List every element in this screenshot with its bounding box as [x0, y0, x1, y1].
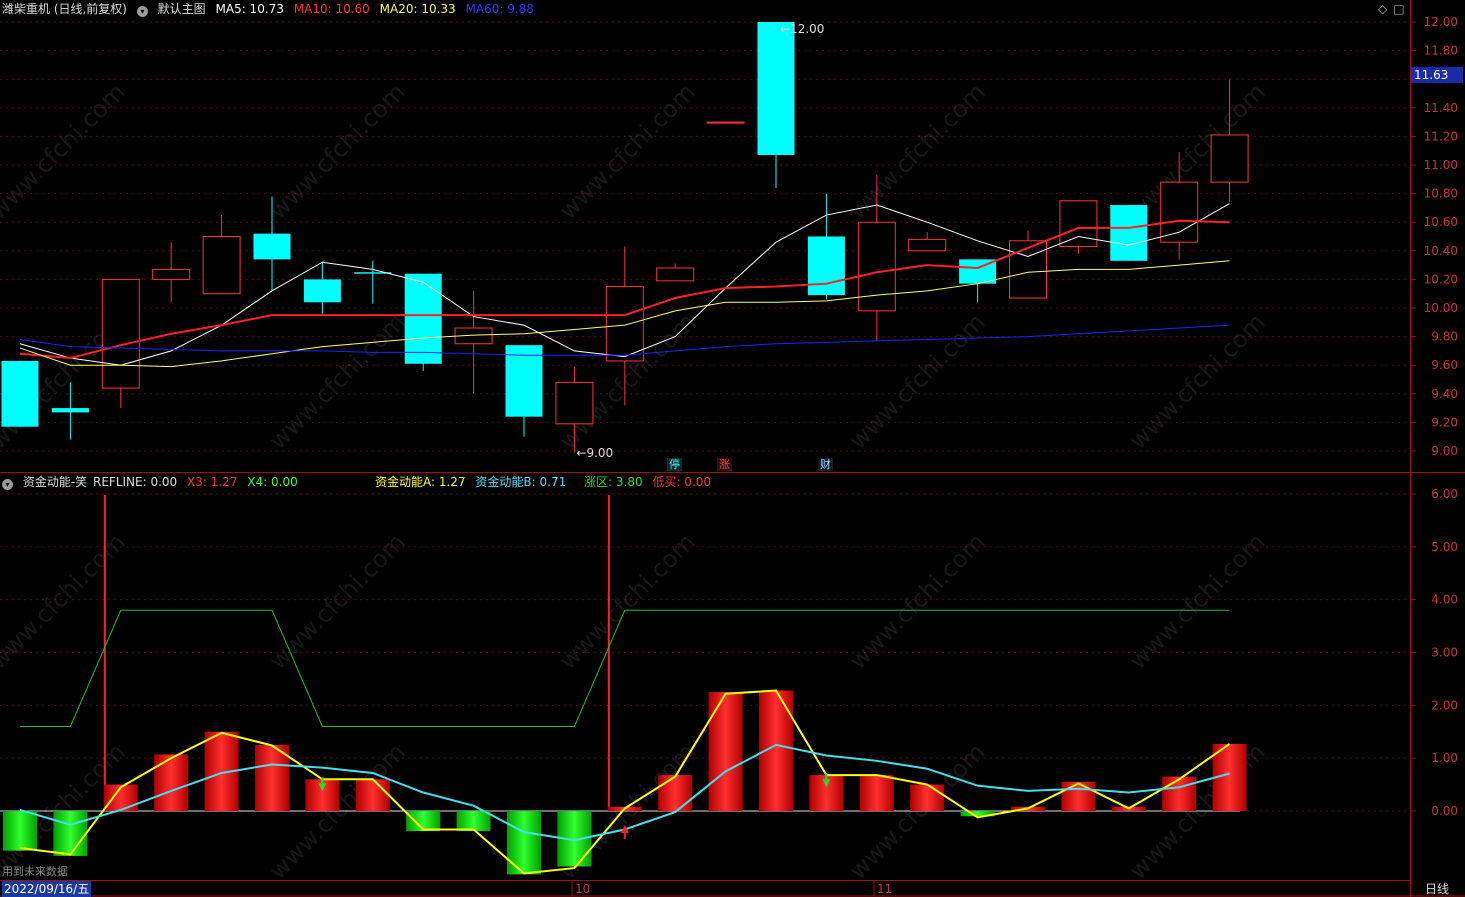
- window-controls: ◇ □: [1378, 1, 1411, 17]
- refline-readout: REFLINE: 0.00: [93, 475, 178, 489]
- candle-body: [706, 121, 745, 124]
- candle-body: [1160, 181, 1199, 243]
- price-tick-label: 10.00: [1424, 301, 1458, 315]
- sub-chart-header: ▾ 资金动能-笑 REFLINE: 0.00 X3: 1.27 X4: 0.00: [2, 474, 304, 490]
- price-tick-label: 11.40: [1424, 101, 1458, 115]
- month-label: 11: [877, 882, 892, 896]
- candle-body: [1210, 134, 1249, 183]
- momentum-bar: [406, 811, 441, 832]
- candle-body: [101, 278, 140, 389]
- chevron-down-icon[interactable]: ▾: [2, 479, 13, 490]
- price-tick-label: 10.80: [1424, 187, 1458, 201]
- candle-body: [303, 279, 341, 303]
- candle-body: [51, 408, 89, 413]
- momentum-bar: [456, 811, 491, 832]
- candle-body: [1110, 205, 1148, 261]
- price-tick-label: 10.20: [1424, 272, 1458, 286]
- indicator-tick-label: 6.00: [1431, 487, 1458, 501]
- price-tick-label: 9.40: [1431, 387, 1458, 401]
- candle-body: [253, 233, 291, 260]
- x4-readout: X4: 0.00: [247, 475, 298, 489]
- main-chart-header: 潍柴重机 (日线,前复权) ▾ 默认主图 MA5: 10.73 MA10: 10…: [2, 1, 540, 17]
- current-price-label: 11.63: [1414, 68, 1448, 82]
- price-tick-label: 12.00: [1424, 15, 1458, 29]
- candle-body: [505, 345, 543, 417]
- period-label[interactable]: 日线: [1411, 881, 1463, 897]
- sub-chart-values: 资金动能A: 1.27 资金动能B: 0.71 涨区: 3.80 低买: 0.0…: [375, 474, 717, 490]
- date-cursor: 2022/09/16/五: [2, 881, 92, 897]
- event-tag-limit-up[interactable]: 涨: [717, 458, 732, 471]
- event-tag-halt[interactable]: 停: [667, 458, 682, 471]
- momentum-bar: [910, 784, 945, 811]
- month-label: 10: [575, 882, 590, 896]
- price-tick-label: 11.00: [1424, 158, 1458, 172]
- high-price-marker: ←12.00: [780, 22, 824, 36]
- ma5-readout: MA5: 10.73: [215, 2, 284, 16]
- momentum-bar: [154, 754, 189, 811]
- momentum-bar: [658, 775, 693, 811]
- momentum-bar: [708, 692, 743, 811]
- momentum-bar: [507, 811, 541, 875]
- candle: [404, 273, 442, 371]
- candle-body: [908, 238, 947, 252]
- candle-body: [656, 267, 695, 282]
- candle-body: [1059, 200, 1098, 248]
- momentum-bar: [859, 775, 894, 811]
- line-a-readout: 资金动能A: 1.27: [375, 475, 466, 489]
- candle: [1110, 205, 1148, 261]
- candle: [1009, 230, 1047, 299]
- indicator-tick-label: 3.00: [1431, 646, 1458, 660]
- x3-readout: X3: 1.27: [187, 475, 238, 489]
- chevron-down-icon[interactable]: ▾: [136, 6, 148, 17]
- indicator-title[interactable]: 资金动能-笑: [23, 475, 87, 489]
- indicator-tick-label: 4.00: [1431, 593, 1458, 607]
- ma60-readout: MA60: 9.88: [465, 2, 534, 16]
- candle: [706, 121, 745, 124]
- candle-body: [605, 286, 644, 362]
- price-tick-label: 10.60: [1424, 215, 1458, 229]
- momentum-bar: [355, 779, 390, 811]
- indicator-tick-label: 1.00: [1431, 751, 1458, 765]
- candle-body: [555, 381, 594, 425]
- momentum-bar: [3, 811, 37, 851]
- price-tick-label: 11.80: [1424, 44, 1458, 58]
- price-tick-label: 9.80: [1431, 330, 1458, 344]
- template-name[interactable]: 默认主图: [158, 2, 206, 16]
- zone-readout: 涨区: 3.80: [584, 475, 643, 489]
- indicator-tick-label: 0.00: [1431, 804, 1458, 818]
- candle-body: [404, 273, 442, 364]
- stock-title[interactable]: 潍柴重机 (日线,前复权): [2, 2, 127, 16]
- momentum-bar: [53, 811, 88, 856]
- price-tick-label: 11.20: [1424, 129, 1458, 143]
- price-tick-label: 9.20: [1431, 415, 1458, 429]
- price-tick-label: 9.60: [1431, 358, 1458, 372]
- indicator-tick-label: 5.00: [1431, 540, 1458, 554]
- candle-body: [202, 236, 241, 295]
- momentum-bar: [255, 744, 289, 811]
- indicator-tick-label: 2.00: [1431, 698, 1458, 712]
- future-data-note: 用到未来数据: [2, 865, 68, 878]
- chart-canvas: 12.0011.8011.6011.4011.2011.0010.8010.60…: [0, 0, 1465, 897]
- momentum-bar: [1162, 776, 1197, 811]
- candle-body: [1, 360, 39, 427]
- diamond-icon[interactable]: ◇: [1378, 2, 1387, 16]
- candle: [1, 360, 39, 427]
- candle-body: [757, 22, 795, 155]
- candle-body: [857, 221, 896, 312]
- candle-body: [807, 236, 845, 296]
- candle-body: [152, 268, 191, 280]
- price-tick-label: 10.40: [1424, 244, 1458, 258]
- price-tick-label: 9.00: [1431, 444, 1458, 458]
- line-b-readout: 资金动能B: 0.71: [475, 475, 567, 489]
- momentum-bar: [1061, 781, 1096, 811]
- maximize-icon[interactable]: □: [1393, 2, 1404, 16]
- low-price-marker: ←9.00: [576, 446, 613, 460]
- buy-readout: 低买: 0.00: [652, 475, 712, 489]
- candle-body: [1009, 240, 1047, 299]
- ma10-readout: MA10: 10.60: [293, 2, 370, 16]
- event-tag-finance[interactable]: 财: [818, 458, 833, 471]
- ma20-readout: MA20: 10.33: [379, 2, 456, 16]
